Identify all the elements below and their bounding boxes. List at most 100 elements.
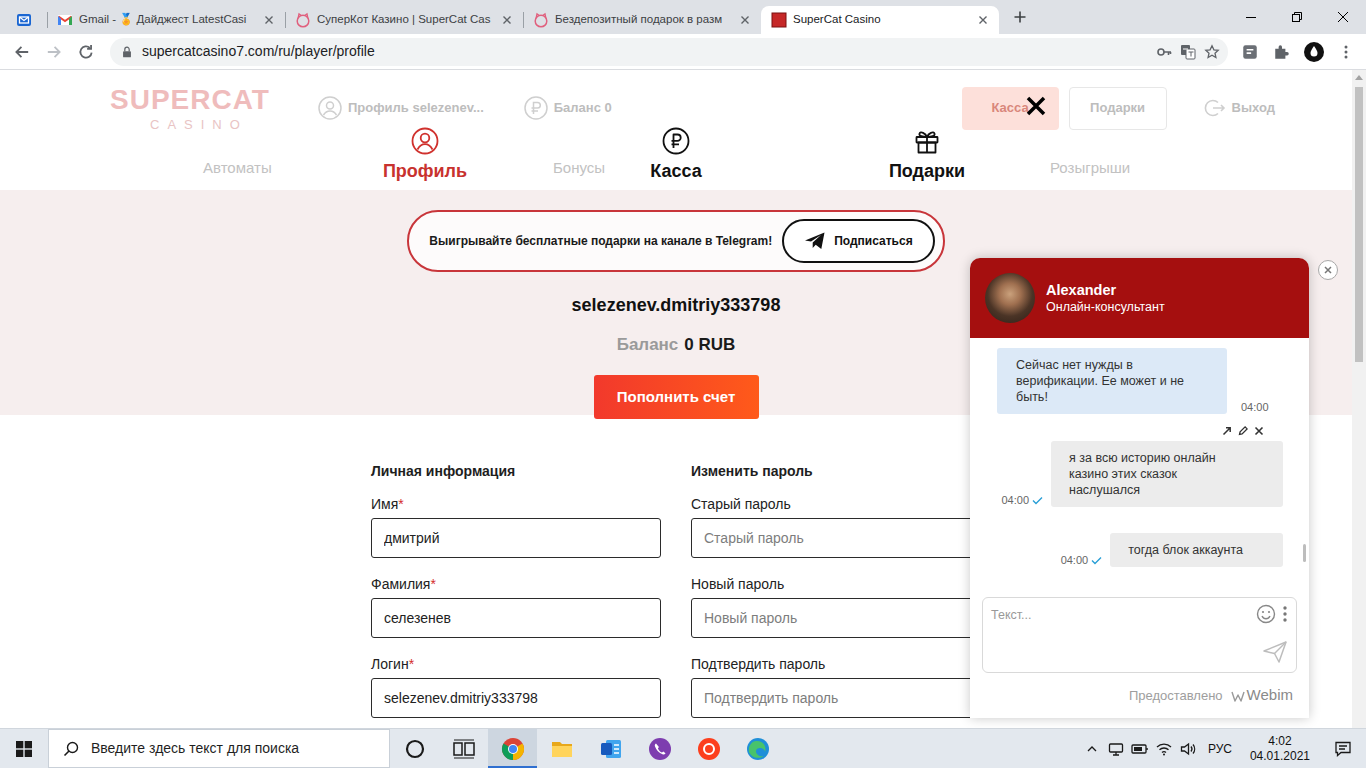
clock[interactable]: 4:0204.01.2021 bbox=[1240, 734, 1320, 764]
extension-button[interactable] bbox=[1236, 38, 1264, 66]
tray-meet[interactable] bbox=[1104, 741, 1128, 757]
keyboard-language[interactable]: РУС bbox=[1200, 740, 1240, 758]
taskbar-app[interactable] bbox=[733, 729, 782, 768]
browser-menu-button[interactable] bbox=[1332, 38, 1360, 66]
profile-button[interactable] bbox=[1300, 38, 1328, 66]
logo-sub[interactable]: CASINO bbox=[110, 118, 287, 131]
tab-label[interactable]: Gmail - 🏅 Дайджест LatestCasi bbox=[79, 11, 255, 28]
taskbar-app[interactable] bbox=[635, 729, 684, 768]
browser-tab[interactable]: Gmail - 🏅 Дайджест LatestCasi bbox=[47, 6, 285, 34]
tab-label[interactable]: СуперКот Казино | SuperCat Cas bbox=[317, 11, 493, 28]
close-icon[interactable] bbox=[975, 12, 991, 28]
tab-label[interactable]: Подарки bbox=[889, 160, 965, 182]
back-button[interactable] bbox=[8, 38, 36, 66]
search-input[interactable] bbox=[89, 737, 377, 760]
site-icon bbox=[771, 12, 787, 28]
clock-date[interactable]: 04.01.2021 bbox=[1250, 749, 1310, 764]
taskbar-app[interactable] bbox=[537, 729, 586, 768]
translate-icon[interactable] bbox=[1180, 44, 1196, 60]
star-icon[interactable] bbox=[1204, 44, 1220, 60]
chat-scrollbar[interactable] bbox=[1303, 544, 1306, 562]
site-nav-item[interactable]: Розыгрыши bbox=[1050, 157, 1352, 180]
taskbar-app[interactable] bbox=[390, 729, 439, 768]
send-icon[interactable] bbox=[1262, 640, 1288, 664]
url-text[interactable]: supercatcasino7.com/ru/player/profile bbox=[142, 41, 1148, 62]
password-section: Изменить парольСтарый парольНовый пароль… bbox=[691, 461, 981, 728]
gifts-text[interactable]: Подарки bbox=[1090, 98, 1145, 118]
taskbar-search[interactable] bbox=[48, 729, 390, 768]
reload-button[interactable] bbox=[72, 38, 100, 66]
modal-tab[interactable]: Подарки bbox=[802, 70, 1053, 190]
site-nav-item[interactable]: Бонусы bbox=[553, 157, 1050, 180]
tray-wifi[interactable] bbox=[1152, 742, 1176, 756]
taskbar-app[interactable] bbox=[684, 729, 733, 768]
chat-input[interactable] bbox=[983, 598, 1256, 672]
modal-close-button[interactable] bbox=[1025, 95, 1047, 117]
modal-tab[interactable]: Профиль bbox=[300, 70, 551, 190]
reply-icon[interactable] bbox=[1222, 426, 1232, 436]
notifications-button[interactable] bbox=[1320, 740, 1366, 758]
site-gifts-button[interactable]: Подарки bbox=[1069, 87, 1167, 130]
password-input[interactable] bbox=[691, 678, 981, 718]
text-input[interactable] bbox=[371, 598, 661, 638]
tab-label[interactable]: Касса bbox=[650, 160, 701, 182]
forward-button[interactable] bbox=[40, 38, 68, 66]
site-profile-link[interactable]: Профиль selezenev... bbox=[318, 96, 484, 120]
tab-label[interactable]: Бездепозитный подарок в разм bbox=[555, 11, 731, 28]
extensions-menu-button[interactable] bbox=[1268, 38, 1296, 66]
subscribe-label[interactable]: Подписаться bbox=[834, 232, 912, 250]
key-icon[interactable] bbox=[1156, 44, 1172, 60]
profile-link-text[interactable]: Профиль selezenev... bbox=[348, 98, 484, 118]
scroll-thumb[interactable] bbox=[1355, 87, 1363, 362]
close-icon[interactable] bbox=[499, 12, 515, 28]
text-input[interactable] bbox=[371, 518, 661, 558]
label-text: Логин bbox=[371, 656, 409, 672]
tab-label[interactable]: SuperCat Casino bbox=[793, 11, 969, 28]
page-scrollbar[interactable] bbox=[1352, 70, 1366, 728]
more-dots-icon[interactable] bbox=[1282, 604, 1288, 624]
address-bar[interactable]: supercatcasino7.com/ru/player/profile bbox=[110, 38, 1228, 66]
emoji-icon[interactable] bbox=[1256, 604, 1276, 624]
cashier-text[interactable]: Касса bbox=[991, 98, 1028, 118]
site-nav-item[interactable]: Автоматы bbox=[203, 157, 553, 180]
deposit-button[interactable]: Пополнить счет bbox=[594, 375, 759, 419]
tray-battery[interactable] bbox=[1128, 743, 1152, 755]
start-button[interactable] bbox=[0, 729, 48, 768]
site-logout-link[interactable]: Выход bbox=[1204, 97, 1275, 119]
pinned-tab[interactable] bbox=[0, 6, 47, 34]
password-input[interactable] bbox=[691, 518, 981, 558]
modal-tab[interactable]: Касса bbox=[551, 70, 802, 190]
close-icon[interactable] bbox=[1323, 265, 1333, 275]
site-logo[interactable]: SUPERCAT CASINO bbox=[80, 86, 287, 131]
taskbar-app[interactable] bbox=[439, 729, 488, 768]
brand-name[interactable]: Webim bbox=[1247, 684, 1293, 707]
chat-close-button[interactable] bbox=[1318, 260, 1338, 280]
logout-text[interactable]: Выход bbox=[1232, 98, 1275, 118]
tray-volume[interactable] bbox=[1176, 742, 1200, 756]
scroll-up-arrow-icon[interactable] bbox=[1355, 75, 1363, 80]
scroll-up[interactable] bbox=[1355, 70, 1363, 85]
browser-tab[interactable]: SuperCat Casino bbox=[761, 6, 999, 34]
taskbar-app[interactable] bbox=[586, 729, 635, 768]
restore-button[interactable] bbox=[1274, 0, 1320, 34]
taskbar-app[interactable] bbox=[488, 729, 537, 768]
edit-icon[interactable] bbox=[1238, 426, 1248, 436]
new-tab-button[interactable] bbox=[1006, 3, 1034, 31]
close-icon[interactable] bbox=[261, 12, 277, 28]
text-input[interactable] bbox=[371, 678, 661, 718]
subscribe-button[interactable]: Подписаться bbox=[782, 219, 934, 263]
clock-time[interactable]: 4:02 bbox=[1268, 734, 1291, 749]
site-cashier-button[interactable]: Касса bbox=[962, 87, 1059, 130]
browser-tab[interactable]: Бездепозитный подарок в разм bbox=[523, 6, 761, 34]
tray-expand[interactable] bbox=[1080, 743, 1104, 755]
close-icon[interactable] bbox=[737, 12, 753, 28]
app-icon-slot bbox=[501, 737, 525, 761]
delete-icon[interactable] bbox=[1254, 426, 1264, 436]
password-input[interactable] bbox=[691, 598, 981, 638]
close-window-button[interactable] bbox=[1320, 0, 1366, 34]
logo-word[interactable]: SUPERCAT bbox=[110, 86, 287, 114]
minimize-button[interactable] bbox=[1228, 0, 1274, 34]
tab-label[interactable]: Профиль bbox=[383, 160, 467, 182]
webim-logo[interactable]: Webim bbox=[1231, 684, 1293, 707]
browser-tab[interactable]: СуперКот Казино | SuperCat Cas bbox=[285, 6, 523, 34]
